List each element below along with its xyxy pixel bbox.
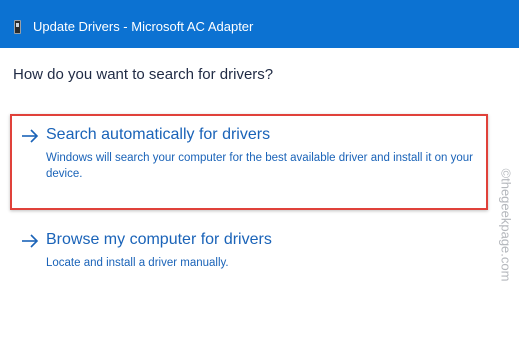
option-title: Browse my computer for drivers <box>46 231 272 248</box>
site-watermark: ©thegeekpage.com <box>495 150 517 300</box>
option-title: Search automatically for drivers <box>46 126 271 143</box>
title-bar: Update Drivers - Microsoft AC Adapter <box>0 0 519 48</box>
arrow-right-icon <box>22 129 39 143</box>
arrow-right-icon <box>22 234 39 248</box>
watermark-text: ©thegeekpage.com <box>498 168 514 282</box>
device-icon <box>14 20 21 34</box>
option-description: Windows will search your computer for th… <box>46 152 473 180</box>
option-description: Locate and install a driver manually. <box>46 257 229 269</box>
window-title: Update Drivers - Microsoft AC Adapter <box>33 19 254 34</box>
search-question-heading: How do you want to search for drivers? <box>13 66 274 83</box>
